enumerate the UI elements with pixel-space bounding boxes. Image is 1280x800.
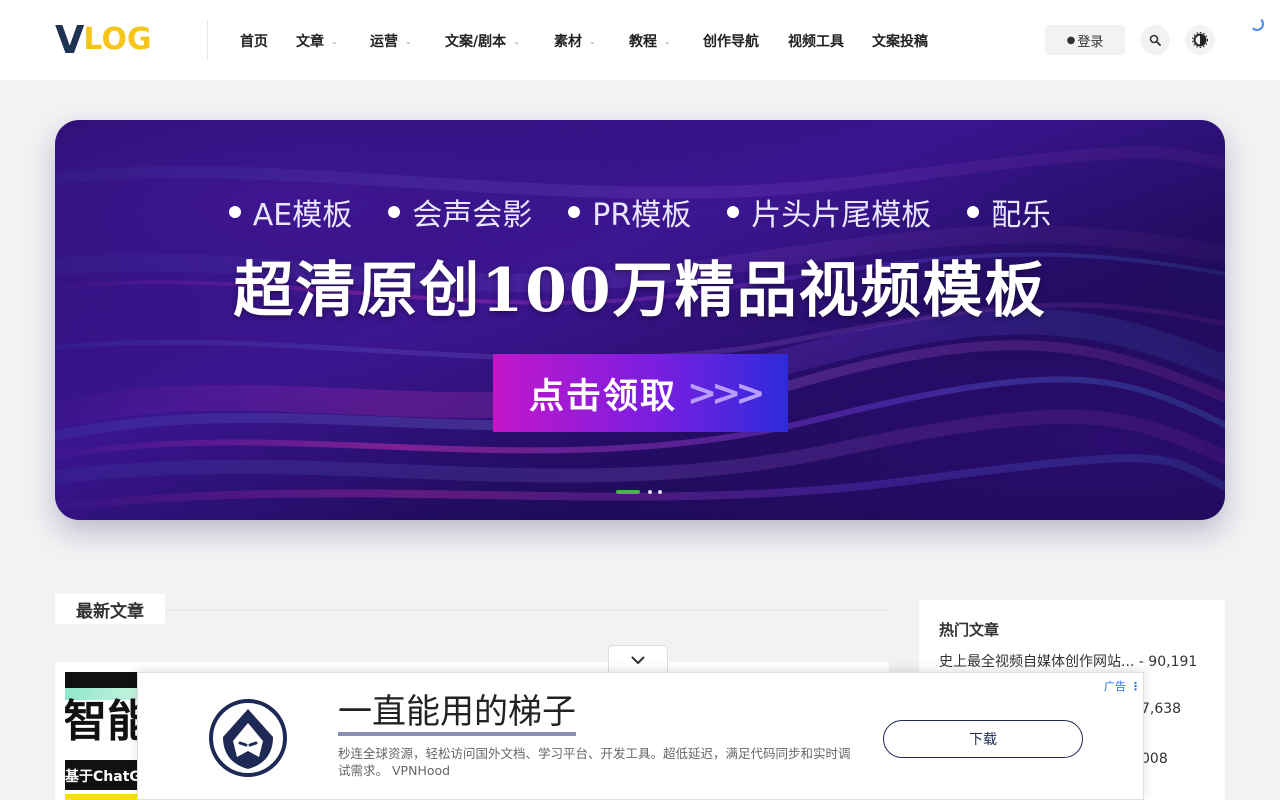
- banner-tag-label: AE模板: [252, 198, 353, 233]
- nav-item-label: 运营: [370, 34, 398, 50]
- hero-banner[interactable]: AE模板 会声会影 PR模板 片头片尾模板 配乐 超清原创100万精品视频模板 点击领取…: [55, 120, 1225, 520]
- loading-spinner-icon: [1250, 17, 1264, 31]
- slider-dot[interactable]: [648, 490, 652, 494]
- nav-item[interactable]: 视频工具: [788, 31, 844, 51]
- search-button[interactable]: [1140, 25, 1170, 55]
- vpnhood-logo[interactable]: [209, 699, 287, 777]
- hot-article-item[interactable]: 史上最全视频自媒体创作网站... - 90,191: [939, 651, 1197, 671]
- nav-item-label: 素材: [554, 34, 582, 50]
- chevron-down-icon: [631, 656, 645, 664]
- nav-item-label: 视频工具: [788, 34, 844, 50]
- bullet-dot-icon: [568, 206, 581, 218]
- thumb-bar: [65, 672, 140, 688]
- nav-item-label: 文案投稿: [872, 34, 928, 50]
- ad-download-button[interactable]: 下载: [883, 720, 1083, 758]
- chevron-down-icon: ⌄: [589, 36, 596, 46]
- banner-title: 超清原创100万精品视频模板: [233, 256, 1047, 326]
- slider-dot-active[interactable]: [616, 490, 640, 494]
- header-divider: [207, 20, 208, 60]
- banner-tag: 会声会影: [388, 190, 532, 234]
- nav-item[interactable]: 文案投稿: [872, 31, 928, 51]
- ad-choices-badge[interactable]: 广告 ⋮: [1104, 678, 1141, 694]
- logo-log: LOG: [83, 22, 152, 57]
- bullet-dot-icon: [727, 206, 740, 218]
- claim-button-label: 点击领取: [529, 376, 678, 417]
- theme-toggle-button[interactable]: [1185, 25, 1215, 55]
- nav-item[interactable]: 教程 ⌄: [629, 31, 671, 51]
- nav-item[interactable]: 首页: [240, 31, 268, 51]
- ad-description: 秒连全球资源，轻松访问国外文档、学习平台、开发工具。超低延迟，满足代码同步和实时…: [338, 745, 858, 779]
- chevron-down-icon: ⌄: [664, 36, 671, 46]
- banner-tag: 配乐: [967, 190, 1051, 234]
- nav-item-label: 文案/剧本: [445, 34, 507, 50]
- more-options-icon[interactable]: ⋮: [1130, 680, 1141, 693]
- slider-pagination: [616, 490, 668, 494]
- banner-tag: AE模板: [228, 190, 353, 234]
- bullet-dot-icon: [228, 206, 241, 218]
- nav-item[interactable]: 文章 ⌄: [296, 31, 338, 51]
- banner-tag: 片头片尾模板: [727, 190, 931, 234]
- hot-articles-title: 热门文章: [939, 621, 1000, 639]
- banner-tag-label: 配乐: [991, 198, 1052, 233]
- ad-banner[interactable]: 广告 ⋮ 一直能用的梯子 秒连全球资源，轻松访问国外文档、学习平台、开发工具。超…: [137, 672, 1144, 800]
- chevron-right-icon: >>>: [687, 372, 765, 414]
- theme-toggle-icon: [1192, 32, 1208, 48]
- ad-label: 广告: [1104, 680, 1126, 693]
- bullet-dot-icon: [967, 206, 980, 218]
- chevron-down-icon: ⌄: [331, 36, 338, 46]
- search-icon: [1149, 34, 1161, 46]
- chevron-down-icon: ⌄: [405, 36, 412, 46]
- banner-tag-label: 片头片尾模板: [751, 198, 932, 233]
- chevron-down-icon: ⌄: [513, 36, 520, 46]
- logo-v: V: [55, 18, 84, 62]
- banner-tag-label: PR模板: [592, 198, 692, 233]
- site-header: V LOG 首页 文章 ⌄ 运营 ⌄ 文案/剧本 ⌄ 素材 ⌄ 教程 ⌄ 创作导航 视频工具 文案投稿 ●…: [0, 0, 1280, 80]
- article-thumbnail[interactable]: 智能 基于ChatG: [65, 672, 140, 800]
- banner-tags: AE模板 会声会影 PR模板 片头片尾模板 配乐: [55, 190, 1225, 234]
- section-title-latest: 最新文章: [55, 594, 165, 624]
- nav-item-label: 文章: [296, 34, 324, 50]
- thumb-yellow-bar: [65, 794, 140, 800]
- ad-headline[interactable]: 一直能用的梯子: [338, 692, 576, 737]
- ad-collapse-button[interactable]: [608, 645, 668, 675]
- user-icon: ●: [1066, 34, 1076, 46]
- nav-item-label: 创作导航: [703, 34, 759, 50]
- hot-article-item[interactable]: 7,638: [1141, 701, 1181, 717]
- slider-dot[interactable]: [658, 490, 662, 494]
- banner-tag: PR模板: [568, 190, 691, 234]
- nav-item-label: 教程: [629, 34, 657, 50]
- claim-button[interactable]: 点击领取 >>>: [493, 354, 788, 432]
- bullet-dot-icon: [388, 206, 401, 218]
- thumb-band-text: 基于ChatG: [65, 769, 140, 785]
- login-button[interactable]: ● 登录: [1045, 25, 1125, 55]
- thumb-band: 基于ChatG: [65, 760, 140, 790]
- site-logo[interactable]: V LOG: [55, 20, 152, 60]
- banner-tag-label: 会声会影: [412, 198, 533, 233]
- login-label: 登录: [1077, 34, 1104, 50]
- nav-item[interactable]: 创作导航: [703, 31, 759, 51]
- ad-advertiser: VPNHood: [392, 763, 451, 778]
- nav-item[interactable]: 运营 ⌄: [370, 31, 412, 51]
- nav-item[interactable]: 文案/剧本 ⌄: [445, 31, 520, 51]
- hot-article-item[interactable]: 008: [1141, 751, 1168, 767]
- nav-item[interactable]: 素材 ⌄: [554, 31, 596, 51]
- nav-item-label: 首页: [240, 34, 268, 50]
- thumb-big-text: 智能: [65, 696, 140, 747]
- section-divider: [165, 610, 889, 611]
